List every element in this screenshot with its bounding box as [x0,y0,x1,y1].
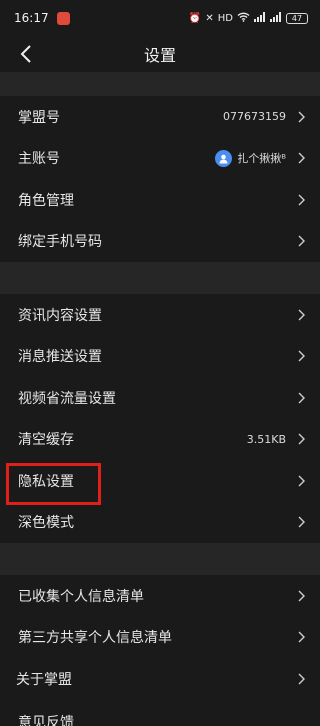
section-gap [0,72,320,96]
signal-icon-2 [270,11,282,25]
row-privacy-settings[interactable]: 隐私设置 [0,460,320,502]
third-party-info-label: 第三方共享个人信息清单 [18,630,172,647]
status-icons: ⏰ ✕ HD 47 [188,11,308,25]
section-gap [0,543,320,575]
row-push-settings[interactable]: 消息推送设置 [0,335,320,377]
dark-mode-label: 深色模式 [18,515,74,532]
chevron-right-icon [298,350,306,362]
back-button[interactable] [8,36,44,72]
chevron-right-icon [298,392,306,404]
row-news-settings[interactable]: 资讯内容设置 [0,294,320,336]
video-data-saver-label: 视频省流量设置 [18,390,116,407]
battery-icon: 47 [286,12,308,24]
row-role-management[interactable]: 角色管理 [0,179,320,221]
row-about[interactable]: 关于掌盟 [0,658,320,700]
chevron-right-icon [298,433,306,445]
row-third-party-info[interactable]: 第三方共享个人信息清单 [0,616,320,658]
alarm-icon: ⏰ [188,12,202,24]
row-video-data-saver[interactable]: 视频省流量设置 [0,377,320,419]
chevron-right-icon [298,516,306,528]
main-account-value: 扎个揪揪ᴮ [215,149,286,167]
wifi-icon [237,12,250,25]
signal-icon [254,11,266,25]
chevron-right-icon [298,631,306,643]
privacy-settings-label: 隐私设置 [18,473,74,490]
page-title: 设置 [143,46,176,65]
feedback-label: 意见反馈 [18,714,74,726]
role-management-label: 角色管理 [18,192,74,209]
chevron-right-icon [298,475,306,487]
app-notification-icon [56,11,70,25]
chevron-right-icon [298,111,306,123]
chevron-right-icon [298,673,306,685]
row-main-account[interactable]: 主账号 扎个揪揪ᴮ [0,137,320,179]
row-zhangmeng-id[interactable]: 掌盟号 077673159 [0,96,320,138]
main-account-name: 扎个揪揪ᴮ [237,152,286,166]
collected-info-label: 已收集个人信息清单 [18,588,144,605]
status-bar: 16:17 ⏰ ✕ HD 47 [0,0,320,36]
nav-bar: 设置 [0,36,320,72]
bind-phone-label: 绑定手机号码 [18,234,102,251]
hd-icon: HD [217,12,233,24]
news-settings-label: 资讯内容设置 [18,307,102,324]
row-feedback[interactable]: 意见反馈 [0,699,320,726]
chevron-right-icon [298,309,306,321]
mute-icon: ✕ [205,12,214,24]
row-bind-phone[interactable]: 绑定手机号码 [0,220,320,262]
section-gap [0,262,320,294]
main-account-label: 主账号 [18,151,60,168]
chevron-right-icon [298,152,306,164]
row-clear-cache[interactable]: 清空缓存 3.51KB [0,418,320,460]
avatar [215,149,233,167]
chevron-right-icon [298,194,306,206]
about-label: 关于掌盟 [16,671,72,688]
status-time: 16:17 [14,11,49,25]
zhangmeng-id-label: 掌盟号 [18,109,60,126]
row-dark-mode[interactable]: 深色模式 [0,501,320,543]
chevron-right-icon [298,590,306,602]
push-settings-label: 消息推送设置 [18,349,102,366]
zhangmeng-id-value: 077673159 [223,110,286,124]
row-collected-info[interactable]: 已收集个人信息清单 [0,575,320,617]
chevron-right-icon [298,235,306,247]
clear-cache-label: 清空缓存 [18,432,74,449]
back-arrow-icon [20,45,31,63]
cache-size-value: 3.51KB [246,432,286,446]
